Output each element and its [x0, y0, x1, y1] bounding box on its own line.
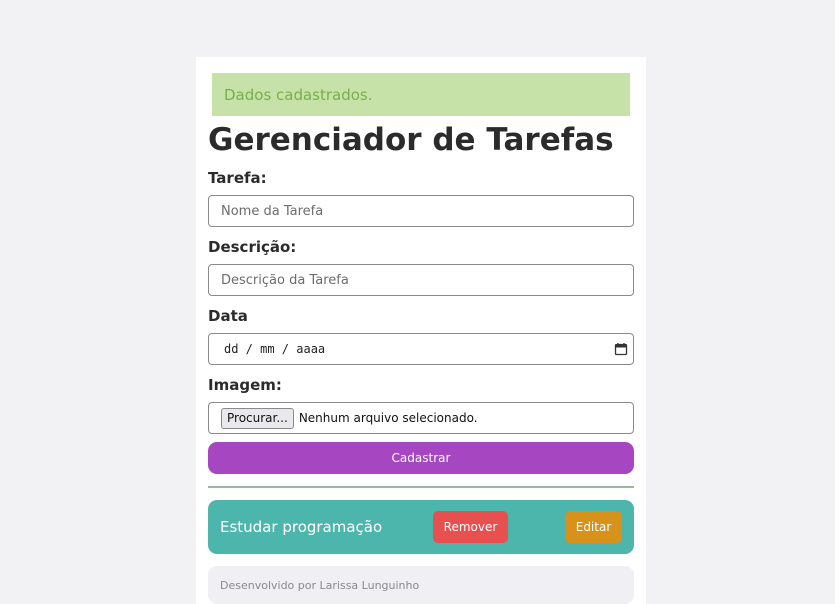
browse-button[interactable]: Procurar...: [221, 407, 294, 429]
divider: [208, 486, 634, 488]
remove-button[interactable]: Remover: [433, 511, 508, 543]
edit-button[interactable]: Editar: [565, 511, 622, 543]
date-input[interactable]: dd / mm / aaaa: [208, 333, 634, 365]
description-label: Descrição:: [208, 238, 297, 256]
submit-button[interactable]: Cadastrar: [208, 442, 634, 474]
calendar-icon-glyph: [614, 343, 628, 356]
task-field[interactable]: [208, 195, 634, 227]
task-title: Estudar programação: [220, 518, 383, 536]
date-value: dd / mm / aaaa: [224, 342, 326, 356]
page-title: Gerenciador de Tarefas: [208, 122, 614, 158]
main-card: Dados cadastrados. Gerenciador de Tarefa…: [196, 57, 646, 604]
image-label: Imagem:: [208, 376, 282, 394]
task-input[interactable]: [221, 203, 621, 219]
calendar-icon[interactable]: [614, 342, 628, 356]
success-alert: Dados cadastrados.: [212, 73, 630, 116]
image-file-input[interactable]: Procurar... Nenhum arquivo selecionado.: [208, 402, 634, 434]
task-label: Tarefa:: [208, 169, 267, 187]
date-label: Data: [208, 307, 248, 325]
description-field[interactable]: [208, 264, 634, 296]
footer-text: Desenvolvido por Larissa Lunguinho: [220, 578, 420, 592]
task-item: Estudar programação Remover Editar: [208, 500, 634, 554]
description-input[interactable]: [221, 272, 621, 288]
footer: Desenvolvido por Larissa Lunguinho: [208, 566, 634, 604]
alert-message: Dados cadastrados.: [224, 85, 373, 104]
file-status: Nenhum arquivo selecionado.: [298, 411, 478, 425]
